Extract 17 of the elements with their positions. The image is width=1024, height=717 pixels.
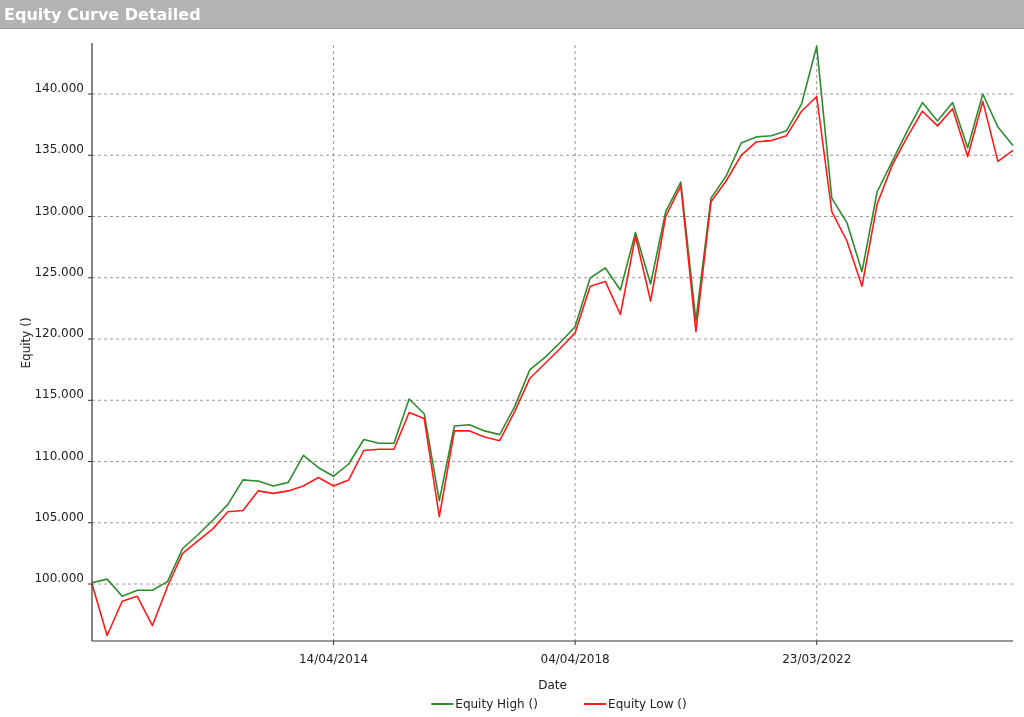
axis-title: Date [538,678,567,692]
axis-tick-label: 125.000 [34,264,84,279]
axis-tick-label: 120.000 [34,326,84,340]
axis-tick-label: 100.000 [34,571,84,586]
axis-tick-label: 110.000 [34,448,84,463]
axis-tick-label: 130.000 [34,203,84,218]
axis-title: Equity () [19,317,33,369]
legend-label: Equity Low () [608,697,687,711]
axis-tick-label: 140.000 [34,81,84,95]
axis-tick-label: 04/04/2018 [540,652,610,666]
axis-tick-label: 23/03/2022 [782,652,852,666]
axis-tick-label: 14/04/2014 [299,652,369,666]
axis-tick-label: 115.000 [34,387,84,402]
axis-tick-label: 135.000 [34,142,84,157]
window-title: Equity Curve Detailed [4,4,201,24]
legend-label: Equity High () [455,697,538,711]
axis-tick-label: 105.000 [34,509,84,524]
